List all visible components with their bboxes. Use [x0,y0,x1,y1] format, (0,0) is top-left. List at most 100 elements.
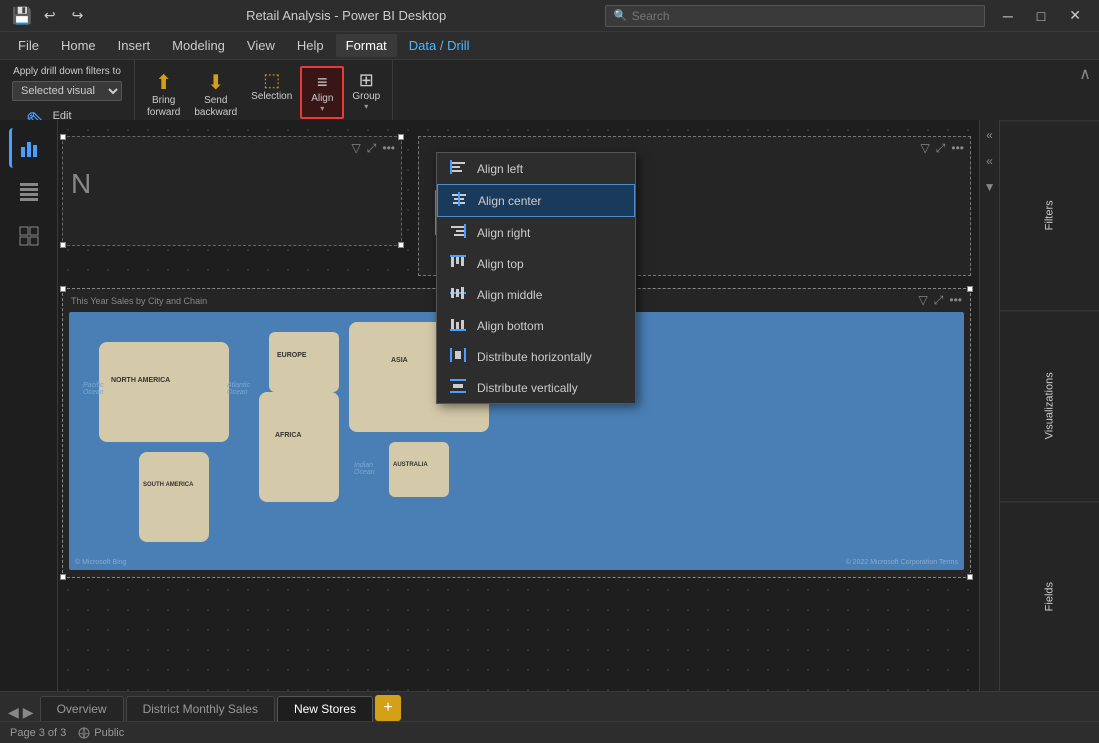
viz-top-left[interactable]: ▽ ⤢ ••• N [62,136,402,246]
south-america-continent: SOUTH AMERICA [139,452,209,542]
selection-icon: ⬚ [263,70,280,91]
collapse-left-button-1[interactable]: « [982,124,997,146]
viz-filter-icon[interactable]: ▽ [352,141,361,156]
tab-next-button[interactable]: ▶ [23,704,34,721]
visualizations-panel-label[interactable]: Visualizations [1000,310,1099,500]
bar-expand-icon[interactable]: ⤢ [936,141,946,156]
align-button[interactable]: ≡ Align ▾ [300,66,344,119]
align-center-item[interactable]: Align center [437,184,635,217]
redo-button[interactable]: ↪ [68,5,88,26]
handle-bl [60,242,66,248]
pacific-ocean-label: PacificOcean [83,382,104,396]
align-bottom-icon [449,317,467,334]
align-top-item[interactable]: Align top [437,248,635,279]
menu-insert[interactable]: Insert [108,34,161,57]
group-button[interactable]: ⊞ Group ▾ [346,66,386,115]
align-left-icon [449,160,467,177]
menu-format[interactable]: Format [336,34,397,57]
tab-prev-button[interactable]: ◀ [8,704,19,721]
public-label: Public [94,727,124,739]
drill-filter-select[interactable]: Selected visual [12,81,122,101]
copyright-label: © 2022 Microsoft Corporation Terms [846,559,958,566]
menu-file[interactable]: File [8,34,49,57]
menu-help[interactable]: Help [287,34,334,57]
collapse-left-button-2[interactable]: « [982,150,997,172]
save-icon[interactable]: 💾 [12,6,32,26]
left-panel-table[interactable] [9,172,49,212]
apply-drill-label: Apply drill down filters to [13,66,121,77]
africa-continent: AFRICA [259,392,339,502]
align-right-item[interactable]: Align right [437,217,635,248]
europe-label: EUROPE [277,352,307,359]
filter-dropdown-icon[interactable]: ▼ [980,176,1000,198]
close-button[interactable]: ✕ [1063,5,1087,26]
bar-filter-icon[interactable]: ▽ [921,141,930,156]
align-middle-item[interactable]: Align middle [437,279,635,310]
align-dropdown: Align left Align center Align right [436,152,636,404]
map-handle-bl [60,574,66,580]
viz-placeholder: N [63,160,401,208]
handle-tr [398,134,404,140]
public-status: Public [78,727,124,739]
maximize-button[interactable]: □ [1031,6,1051,26]
map-more-icon[interactable]: ••• [949,293,962,308]
menu-view[interactable]: View [237,34,285,57]
align-right-label: Align right [477,226,530,240]
map-filter-icon[interactable]: ▽ [919,293,928,308]
selection-button[interactable]: ⬚ Selection [245,66,298,107]
align-label: Align [311,93,333,104]
menu-home[interactable]: Home [51,34,106,57]
align-left-item[interactable]: Align left [437,153,635,184]
distribute-v-icon [449,379,467,396]
distribute-h-icon [449,348,467,365]
align-bottom-item[interactable]: Align bottom [437,310,635,341]
window-title: Retail Analysis - Power BI Desktop [246,8,446,23]
page-info: Page 3 of 3 [10,727,66,739]
title-bar-center: Retail Analysis - Power BI Desktop [87,8,604,23]
left-panel-matrix[interactable] [9,216,49,256]
align-top-icon [449,255,467,272]
fields-panel-label[interactable]: Fields [1000,501,1099,691]
search-icon: 🔍 [614,9,628,22]
tab-add-button[interactable]: + [375,695,401,721]
map-actions: ▽ ⤢ ••• [919,293,962,308]
viz-more-icon[interactable]: ••• [382,141,395,156]
filters-panel-label[interactable]: Filters [1000,120,1099,310]
map-expand-icon[interactable]: ⤢ [934,293,944,308]
left-panel-bar-chart[interactable] [9,128,49,168]
south-america-label: SOUTH AMERICA [143,482,193,488]
tab-overview[interactable]: Overview [40,696,124,721]
align-left-label: Align left [477,162,523,176]
bring-forward-icon: ⬆ [155,70,172,95]
map-title: This Year Sales by City and Chain [71,296,207,306]
right-panels: « « ▼ Filters Visualizations Fields [979,120,1099,691]
align-middle-icon [449,286,467,303]
distribute-v-label: Distribute vertically [477,381,578,395]
north-america-continent: NORTH AMERICA [99,342,229,442]
tab-new-stores[interactable]: New Stores [277,696,373,721]
group-label: Group [352,91,380,102]
tab-district-monthly[interactable]: District Monthly Sales [126,696,275,721]
selection-label: Selection [251,91,292,103]
map-handle-tl [60,286,66,292]
map-handle-tr [967,286,973,292]
menu-modeling[interactable]: Modeling [162,34,235,57]
group-arrow: ▾ [364,102,368,111]
viz-expand-icon[interactable]: ⤢ [367,141,377,156]
ribbon-collapse-button[interactable]: ∧ [1079,64,1091,84]
bar-more-icon[interactable]: ••• [951,141,964,156]
search-input[interactable] [632,9,976,23]
send-backward-icon: ⬇ [207,70,224,95]
undo-button[interactable]: ↩ [40,5,60,26]
asia-label: ASIA [391,357,408,364]
distribute-vertically-item[interactable]: Distribute vertically [437,372,635,403]
collapse-strip: « « ▼ [980,120,1000,691]
align-icon: ≡ [317,72,328,93]
distribute-horizontally-item[interactable]: Distribute horizontally [437,341,635,372]
menu-data-drill[interactable]: Data / Drill [399,34,480,57]
north-america-label: NORTH AMERICA [111,377,170,384]
search-bar[interactable]: 🔍 [605,5,985,27]
align-right-icon [449,224,467,241]
minimize-button[interactable]: ─ [997,6,1019,26]
title-bar-right: 🔍 ─ □ ✕ [605,5,1087,27]
